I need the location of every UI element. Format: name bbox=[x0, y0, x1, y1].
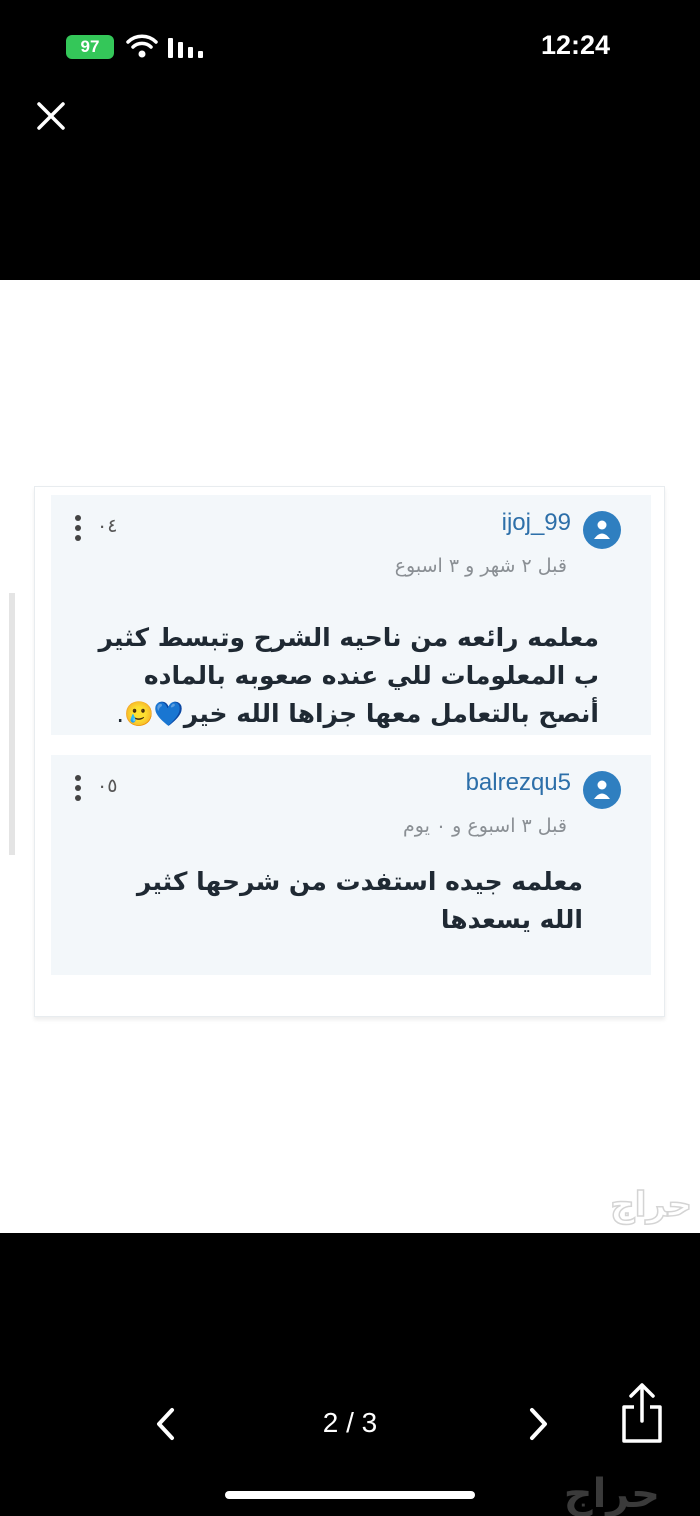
image-viewport: ijoj_99 قبل ٢ شهر و ٣ اسبوع ٠٤ معلمه رائ… bbox=[0, 280, 700, 1233]
chevron-left-icon[interactable] bbox=[148, 1404, 184, 1444]
comment-score: ٠٤ bbox=[97, 515, 118, 537]
comment-body: معلمه رائعه من ناحيه الشرح وتبسط كثير ب … bbox=[98, 619, 599, 733]
home-indicator[interactable] bbox=[225, 1491, 475, 1499]
clock: 12:24 bbox=[540, 30, 610, 60]
watermark-logo: حراج bbox=[563, 1471, 660, 1516]
signal-icon bbox=[168, 38, 203, 58]
share-icon[interactable] bbox=[616, 1381, 668, 1447]
user-avatar-icon bbox=[583, 771, 621, 809]
comment-line: الله يسعدها bbox=[440, 905, 583, 934]
more-vertical-icon[interactable] bbox=[73, 515, 81, 543]
comment-line: أنصح بالتعامل معها جزاها الله خير💙🥲. bbox=[116, 699, 599, 728]
comment-body: معلمه جيده استفدت من شرحها كثير الله يسع… bbox=[137, 863, 583, 939]
comment-line: معلمه رائعه من ناحيه الشرح وتبسط كثير bbox=[98, 623, 599, 652]
page-indicator: 2 / 3 bbox=[322, 1407, 378, 1438]
comment-emoji: 💙🥲. bbox=[116, 700, 184, 728]
battery-level: 97 bbox=[80, 37, 100, 56]
watermark-logo: حراج bbox=[609, 1184, 692, 1226]
close-icon[interactable] bbox=[32, 97, 70, 135]
scrollbar-track bbox=[9, 593, 15, 855]
comments-card: ijoj_99 قبل ٢ شهر و ٣ اسبوع ٠٤ معلمه رائ… bbox=[34, 486, 665, 1017]
comment-username: balrezqu5 bbox=[465, 769, 571, 796]
user-avatar-icon bbox=[583, 511, 621, 549]
comment-timestamp: قبل ٢ شهر و ٣ اسبوع bbox=[394, 555, 567, 577]
comment-timestamp: قبل ٣ اسبوع و ٠ يوم bbox=[403, 815, 567, 837]
wifi-icon bbox=[126, 34, 158, 58]
comment-line: ب المعلومات للي عنده صعوبه بالماده bbox=[143, 661, 599, 690]
more-vertical-icon[interactable] bbox=[73, 775, 81, 803]
comment-line: معلمه جيده استفدت من شرحها كثير bbox=[136, 867, 583, 896]
battery-icon: 97 bbox=[66, 35, 114, 59]
status-bar: 97 12:24 bbox=[0, 0, 700, 90]
comment-score: ٠٥ bbox=[97, 775, 118, 797]
comment: balrezqu5 قبل ٣ اسبوع و ٠ يوم ٠٥ معلمه ج… bbox=[51, 755, 651, 975]
comment: ijoj_99 قبل ٢ شهر و ٣ اسبوع ٠٤ معلمه رائ… bbox=[51, 495, 651, 735]
chevron-right-icon[interactable] bbox=[520, 1404, 556, 1444]
comment-username: ijoj_99 bbox=[501, 509, 571, 536]
viewer-toolbar: 2 / 3 حراج bbox=[0, 1233, 700, 1516]
